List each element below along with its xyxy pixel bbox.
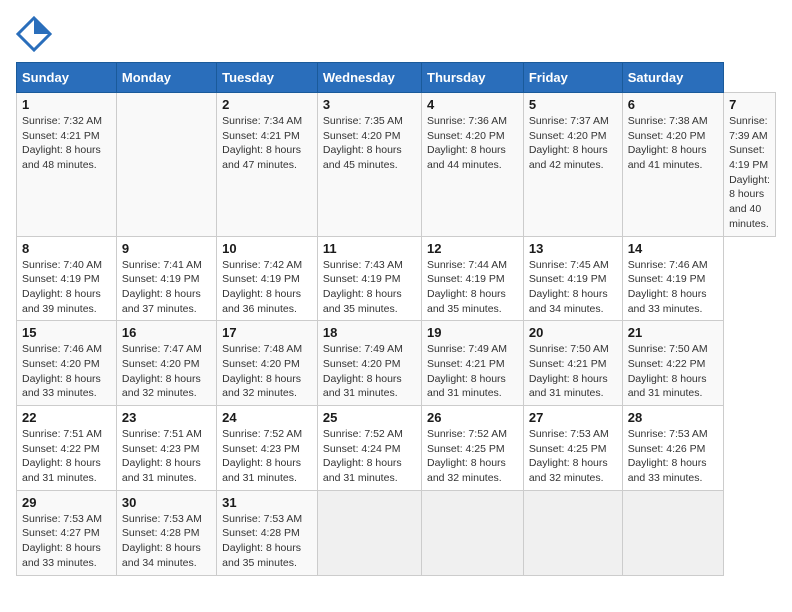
calendar-day-16: 16Sunrise: 7:47 AMSunset: 4:20 PMDayligh…	[116, 321, 216, 406]
calendar-header-row: SundayMondayTuesdayWednesdayThursdayFrid…	[17, 63, 776, 93]
calendar-day-8: 8Sunrise: 7:40 AMSunset: 4:19 PMDaylight…	[17, 236, 117, 321]
calendar-day-18: 18Sunrise: 7:49 AMSunset: 4:20 PMDayligh…	[317, 321, 421, 406]
calendar-day-4: 4Sunrise: 7:36 AMSunset: 4:20 PMDaylight…	[422, 93, 524, 237]
calendar-day-30: 30Sunrise: 7:53 AMSunset: 4:28 PMDayligh…	[116, 490, 216, 575]
calendar-day-2: 2Sunrise: 7:34 AMSunset: 4:21 PMDaylight…	[217, 93, 318, 237]
calendar-day-10: 10Sunrise: 7:42 AMSunset: 4:19 PMDayligh…	[217, 236, 318, 321]
calendar-week-1: 1Sunrise: 7:32 AMSunset: 4:21 PMDaylight…	[17, 93, 776, 237]
calendar-day-27: 27Sunrise: 7:53 AMSunset: 4:25 PMDayligh…	[523, 406, 622, 491]
calendar-week-4: 22Sunrise: 7:51 AMSunset: 4:22 PMDayligh…	[17, 406, 776, 491]
calendar-table: SundayMondayTuesdayWednesdayThursdayFrid…	[16, 62, 776, 576]
calendar-empty	[116, 93, 216, 237]
calendar-day-12: 12Sunrise: 7:44 AMSunset: 4:19 PMDayligh…	[422, 236, 524, 321]
header-tuesday: Tuesday	[217, 63, 318, 93]
calendar-day-25: 25Sunrise: 7:52 AMSunset: 4:24 PMDayligh…	[317, 406, 421, 491]
header-sunday: Sunday	[17, 63, 117, 93]
calendar-week-2: 8Sunrise: 7:40 AMSunset: 4:19 PMDaylight…	[17, 236, 776, 321]
calendar-day-17: 17Sunrise: 7:48 AMSunset: 4:20 PMDayligh…	[217, 321, 318, 406]
page-header	[16, 16, 776, 52]
header-wednesday: Wednesday	[317, 63, 421, 93]
calendar-empty	[317, 490, 421, 575]
calendar-day-29: 29Sunrise: 7:53 AMSunset: 4:27 PMDayligh…	[17, 490, 117, 575]
calendar-day-5: 5Sunrise: 7:37 AMSunset: 4:20 PMDaylight…	[523, 93, 622, 237]
calendar-day-9: 9Sunrise: 7:41 AMSunset: 4:19 PMDaylight…	[116, 236, 216, 321]
calendar-day-6: 6Sunrise: 7:38 AMSunset: 4:20 PMDaylight…	[622, 93, 723, 237]
header-thursday: Thursday	[422, 63, 524, 93]
header-saturday: Saturday	[622, 63, 723, 93]
logo-icon	[16, 16, 52, 52]
calendar-day-28: 28Sunrise: 7:53 AMSunset: 4:26 PMDayligh…	[622, 406, 723, 491]
calendar-day-7: 7Sunrise: 7:39 AMSunset: 4:19 PMDaylight…	[724, 93, 776, 237]
calendar-day-1: 1Sunrise: 7:32 AMSunset: 4:21 PMDaylight…	[17, 93, 117, 237]
calendar-day-11: 11Sunrise: 7:43 AMSunset: 4:19 PMDayligh…	[317, 236, 421, 321]
calendar-day-15: 15Sunrise: 7:46 AMSunset: 4:20 PMDayligh…	[17, 321, 117, 406]
calendar-week-3: 15Sunrise: 7:46 AMSunset: 4:20 PMDayligh…	[17, 321, 776, 406]
calendar-empty	[523, 490, 622, 575]
calendar-day-13: 13Sunrise: 7:45 AMSunset: 4:19 PMDayligh…	[523, 236, 622, 321]
calendar-week-5: 29Sunrise: 7:53 AMSunset: 4:27 PMDayligh…	[17, 490, 776, 575]
header-monday: Monday	[116, 63, 216, 93]
calendar-day-20: 20Sunrise: 7:50 AMSunset: 4:21 PMDayligh…	[523, 321, 622, 406]
calendar-day-24: 24Sunrise: 7:52 AMSunset: 4:23 PMDayligh…	[217, 406, 318, 491]
calendar-day-3: 3Sunrise: 7:35 AMSunset: 4:20 PMDaylight…	[317, 93, 421, 237]
calendar-day-26: 26Sunrise: 7:52 AMSunset: 4:25 PMDayligh…	[422, 406, 524, 491]
calendar-day-22: 22Sunrise: 7:51 AMSunset: 4:22 PMDayligh…	[17, 406, 117, 491]
calendar-day-31: 31Sunrise: 7:53 AMSunset: 4:28 PMDayligh…	[217, 490, 318, 575]
calendar-day-23: 23Sunrise: 7:51 AMSunset: 4:23 PMDayligh…	[116, 406, 216, 491]
logo	[16, 16, 54, 52]
calendar-day-21: 21Sunrise: 7:50 AMSunset: 4:22 PMDayligh…	[622, 321, 723, 406]
calendar-empty	[422, 490, 524, 575]
calendar-day-19: 19Sunrise: 7:49 AMSunset: 4:21 PMDayligh…	[422, 321, 524, 406]
header-friday: Friday	[523, 63, 622, 93]
calendar-empty	[622, 490, 723, 575]
calendar-day-14: 14Sunrise: 7:46 AMSunset: 4:19 PMDayligh…	[622, 236, 723, 321]
